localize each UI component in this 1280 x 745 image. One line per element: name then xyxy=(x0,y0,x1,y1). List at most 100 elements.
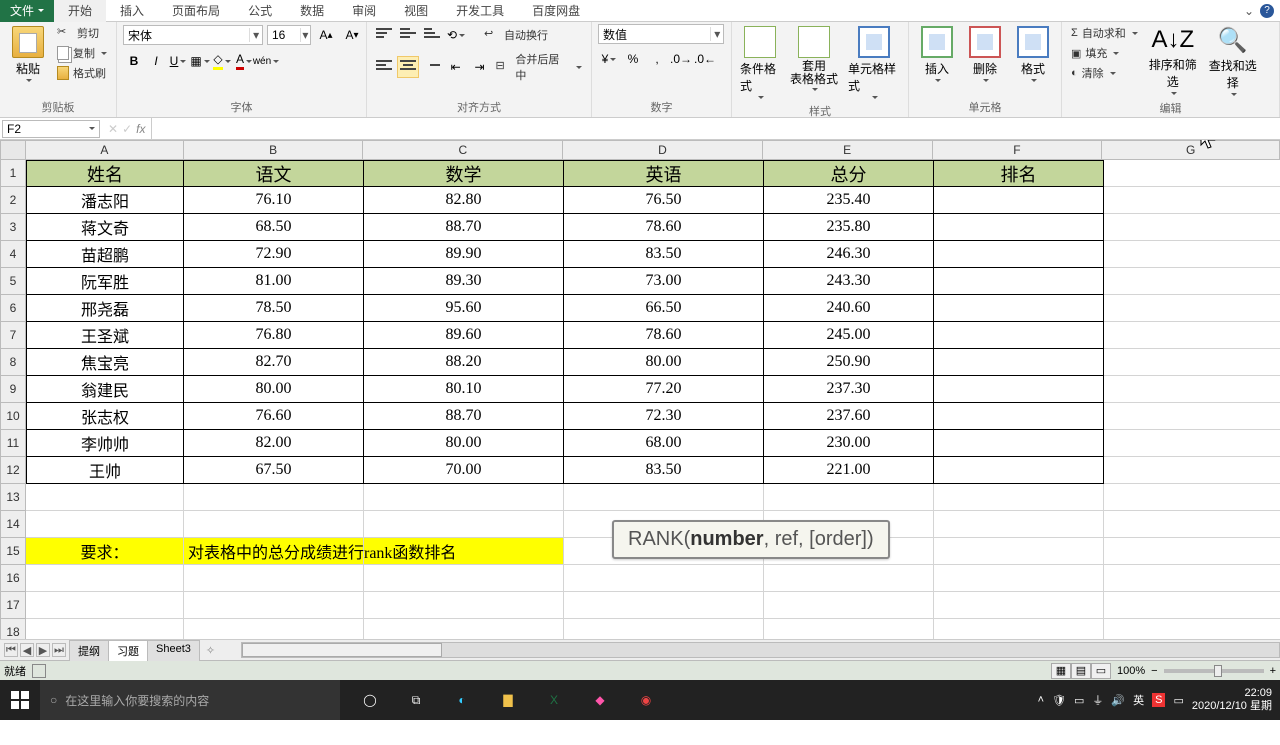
italic-button[interactable]: I xyxy=(145,50,167,72)
grow-font-button[interactable]: A▴ xyxy=(315,24,337,46)
fill-button[interactable]: ▣填充 xyxy=(1068,44,1141,62)
tray-volume-icon[interactable]: 🔊 xyxy=(1111,694,1125,707)
app-excel-icon[interactable]: X xyxy=(532,680,576,720)
zoom-slider[interactable] xyxy=(1164,669,1264,673)
cell-C5[interactable]: 89.30 xyxy=(364,268,564,295)
cell-styles-button[interactable]: 单元格样式 xyxy=(846,24,902,101)
format-painter-button[interactable]: 格式刷 xyxy=(54,64,110,82)
worksheet-grid[interactable]: ABCDEFG 123456789101112131415161718 姓名语文… xyxy=(0,140,1280,640)
cell-G12[interactable] xyxy=(1104,457,1280,484)
tray-chevron-icon[interactable]: ˄ xyxy=(1038,694,1044,706)
autosum-button[interactable]: Σ自动求和 xyxy=(1068,24,1141,42)
app-paint-icon[interactable]: ◆ xyxy=(578,680,622,720)
cell-E9[interactable]: 237.30 xyxy=(764,376,934,403)
cell-D16[interactable] xyxy=(564,565,764,592)
bold-button[interactable]: B xyxy=(123,50,145,72)
name-box[interactable]: F2 xyxy=(2,120,100,138)
cell-F9[interactable] xyxy=(934,376,1104,403)
taskbar-search[interactable]: ○ 在这里输入你要搜索的内容 xyxy=(40,680,340,720)
cell-D1[interactable]: 英语 xyxy=(564,160,764,187)
system-tray[interactable]: ˄ 🛡 ▭ ⏚ 🔊 英 S ▭ 22:092020/12/10 星期 xyxy=(1030,687,1280,713)
cell-A18[interactable] xyxy=(26,619,184,640)
row-header-8[interactable]: 8 xyxy=(0,349,26,376)
cell-C2[interactable]: 82.80 xyxy=(364,187,564,214)
cancel-formula-icon[interactable]: ✕ xyxy=(108,122,118,136)
cell-E18[interactable] xyxy=(764,619,934,640)
cell-B14[interactable] xyxy=(184,511,364,538)
col-header-B[interactable]: B xyxy=(184,140,364,160)
row-header-6[interactable]: 6 xyxy=(0,295,26,322)
fx-icon[interactable]: fx xyxy=(136,122,145,136)
find-select-button[interactable]: 🔍 查找和选择 xyxy=(1205,24,1261,98)
cell-E5[interactable]: 243.30 xyxy=(764,268,934,295)
decrease-indent-button[interactable]: ⇤ xyxy=(445,56,467,78)
align-center-button[interactable] xyxy=(397,56,419,78)
border-button[interactable]: ▦ xyxy=(189,50,211,72)
cell-B6[interactable]: 78.50 xyxy=(184,295,364,322)
row-header-11[interactable]: 11 xyxy=(0,430,26,457)
number-format-combo[interactable]: ▾ xyxy=(598,24,724,44)
ribbon-collapse-icon[interactable]: ⌄ xyxy=(1244,4,1254,18)
cell-D12[interactable]: 83.50 xyxy=(564,457,764,484)
task-view-icon[interactable]: ⧉ xyxy=(394,680,438,720)
cell-E12[interactable]: 221.00 xyxy=(764,457,934,484)
percent-button[interactable]: % xyxy=(622,48,644,70)
cell-C6[interactable]: 95.60 xyxy=(364,295,564,322)
cell-A4[interactable]: 苗超鹏 xyxy=(26,241,184,268)
view-buttons[interactable]: ▦▤▭ xyxy=(1051,663,1111,679)
clear-button[interactable]: ◐清除 xyxy=(1068,64,1141,82)
cell-C4[interactable]: 89.90 xyxy=(364,241,564,268)
comma-button[interactable]: , xyxy=(646,48,668,70)
tray-wifi-icon[interactable]: ⏚ xyxy=(1092,692,1103,708)
cell-C12[interactable]: 70.00 xyxy=(364,457,564,484)
cell-F15[interactable] xyxy=(934,538,1104,565)
cell-F10[interactable] xyxy=(934,403,1104,430)
cell-B9[interactable]: 80.00 xyxy=(184,376,364,403)
cell-F6[interactable] xyxy=(934,295,1104,322)
sort-filter-button[interactable]: A↓Z 排序和筛选 xyxy=(1145,24,1201,97)
cell-C3[interactable]: 88.70 xyxy=(364,214,564,241)
cell-D13[interactable] xyxy=(564,484,764,511)
cut-button[interactable]: ✂剪切 xyxy=(54,24,110,42)
cell-G10[interactable] xyxy=(1104,403,1280,430)
delete-cells-button[interactable]: 删除 xyxy=(963,24,1007,84)
cell-C10[interactable]: 88.70 xyxy=(364,403,564,430)
cell-F14[interactable] xyxy=(934,511,1104,538)
font-color-button[interactable]: A xyxy=(233,50,255,72)
row-header-3[interactable]: 3 xyxy=(0,214,26,241)
cell-D6[interactable]: 66.50 xyxy=(564,295,764,322)
cell-C13[interactable] xyxy=(364,484,564,511)
cell-F4[interactable] xyxy=(934,241,1104,268)
cell-C7[interactable]: 89.60 xyxy=(364,322,564,349)
align-top-button[interactable] xyxy=(373,24,395,46)
tray-shield-icon[interactable]: 🛡 xyxy=(1052,694,1066,707)
font-name-combo[interactable]: ▾ xyxy=(123,25,263,45)
insert-cells-button[interactable]: 插入 xyxy=(915,24,959,84)
cell-F2[interactable] xyxy=(934,187,1104,214)
cell-C17[interactable] xyxy=(364,592,564,619)
cell-E13[interactable] xyxy=(764,484,934,511)
cell-F17[interactable] xyxy=(934,592,1104,619)
macro-record-icon[interactable] xyxy=(32,664,46,678)
cell-D2[interactable]: 76.50 xyxy=(564,187,764,214)
cell-E11[interactable]: 230.00 xyxy=(764,430,934,457)
cell-F1[interactable]: 排名 xyxy=(934,160,1104,187)
cell-E4[interactable]: 246.30 xyxy=(764,241,934,268)
row-header-1[interactable]: 1 xyxy=(0,160,26,187)
cell-E8[interactable]: 250.90 xyxy=(764,349,934,376)
cell-G8[interactable] xyxy=(1104,349,1280,376)
tab-开始[interactable]: 开始 xyxy=(54,0,106,22)
taskbar-clock[interactable]: 22:092020/12/10 星期 xyxy=(1192,687,1272,713)
tab-公式[interactable]: 公式 xyxy=(234,0,286,22)
cell-G6[interactable] xyxy=(1104,295,1280,322)
align-middle-button[interactable] xyxy=(397,24,419,46)
cell-D9[interactable]: 77.20 xyxy=(564,376,764,403)
cell-G7[interactable] xyxy=(1104,322,1280,349)
cell-B12[interactable]: 67.50 xyxy=(184,457,364,484)
cell-A17[interactable] xyxy=(26,592,184,619)
cell-A5[interactable]: 阮军胜 xyxy=(26,268,184,295)
row-header-10[interactable]: 10 xyxy=(0,403,26,430)
tab-审阅[interactable]: 审阅 xyxy=(338,0,390,22)
cell-G3[interactable] xyxy=(1104,214,1280,241)
cell-B8[interactable]: 82.70 xyxy=(184,349,364,376)
